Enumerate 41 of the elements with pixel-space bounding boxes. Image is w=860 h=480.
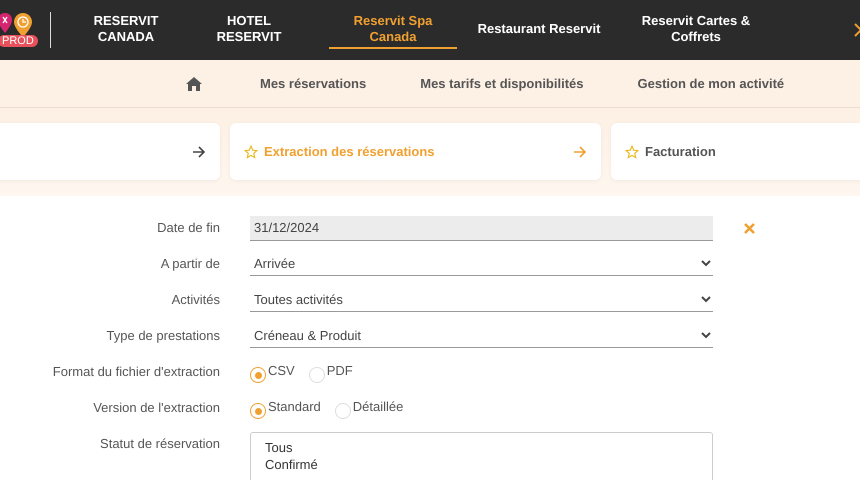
top-nav-tab[interactable]: Reservit Spa Canada — [329, 11, 457, 49]
radio-label: Standard — [268, 398, 321, 414]
env-badge: PROD — [0, 35, 38, 47]
date-field[interactable]: 31/12/2024 — [250, 216, 713, 241]
clear-icon[interactable] — [744, 223, 755, 234]
radio-button[interactable] — [250, 367, 266, 383]
field-label: Format du fichier d'extraction — [52, 363, 220, 379]
chevron-down-icon — [701, 296, 711, 303]
select-field[interactable]: Arrivée — [250, 252, 713, 276]
field-label: Type de prestations — [106, 327, 220, 343]
top-nav-tab[interactable]: Restaurant Reservit — [475, 19, 603, 41]
radio-button[interactable] — [250, 403, 266, 419]
top-nav-tab[interactable]: HOTEL RESERVIT — [199, 11, 299, 49]
list-option[interactable]: Confirmé — [265, 456, 318, 473]
field-label: Activités — [170, 291, 220, 307]
radio-label: CSV — [268, 362, 295, 378]
sub-nav-link[interactable]: Mes tarifs et disponibilités — [420, 76, 584, 91]
radio-label: Détaillée — [352, 398, 404, 414]
field-label: Version de l'extraction — [92, 399, 220, 415]
chevron-down-icon — [701, 260, 711, 267]
field-label: Statut de réservation — [99, 435, 220, 451]
field-label: Date de fin — [156, 219, 220, 235]
clock-pin-icon — [14, 13, 32, 37]
home-icon[interactable] — [186, 76, 202, 90]
radio-button[interactable] — [334, 403, 351, 419]
sub-nav-link[interactable]: Gestion de mon activité — [638, 76, 784, 91]
chevron-right-icon[interactable] — [854, 23, 860, 37]
list-option[interactable]: Tous — [265, 439, 292, 456]
sub-nav-link[interactable]: Mes réservations — [260, 76, 366, 91]
radio-button[interactable] — [308, 367, 325, 383]
status-listbox[interactable]: Tous Confirmé — [250, 432, 713, 480]
select-field[interactable]: Toutes activités — [250, 288, 713, 312]
chevron-down-icon — [701, 332, 711, 339]
card-title: Extraction des réservations — [264, 144, 435, 159]
radio-label: PDF — [326, 362, 353, 378]
card-title: Facturation — [645, 144, 716, 159]
shortcut-card[interactable]: Facturation — [611, 123, 860, 180]
top-nav-tab[interactable]: Reservit Cartes & Coffrets — [621, 11, 771, 49]
select-field[interactable]: Créneau & Produit — [250, 324, 713, 348]
top-nav-tab[interactable]: RESERVIT CANADA — [71, 11, 181, 49]
field-label: A partir de — [160, 255, 220, 271]
